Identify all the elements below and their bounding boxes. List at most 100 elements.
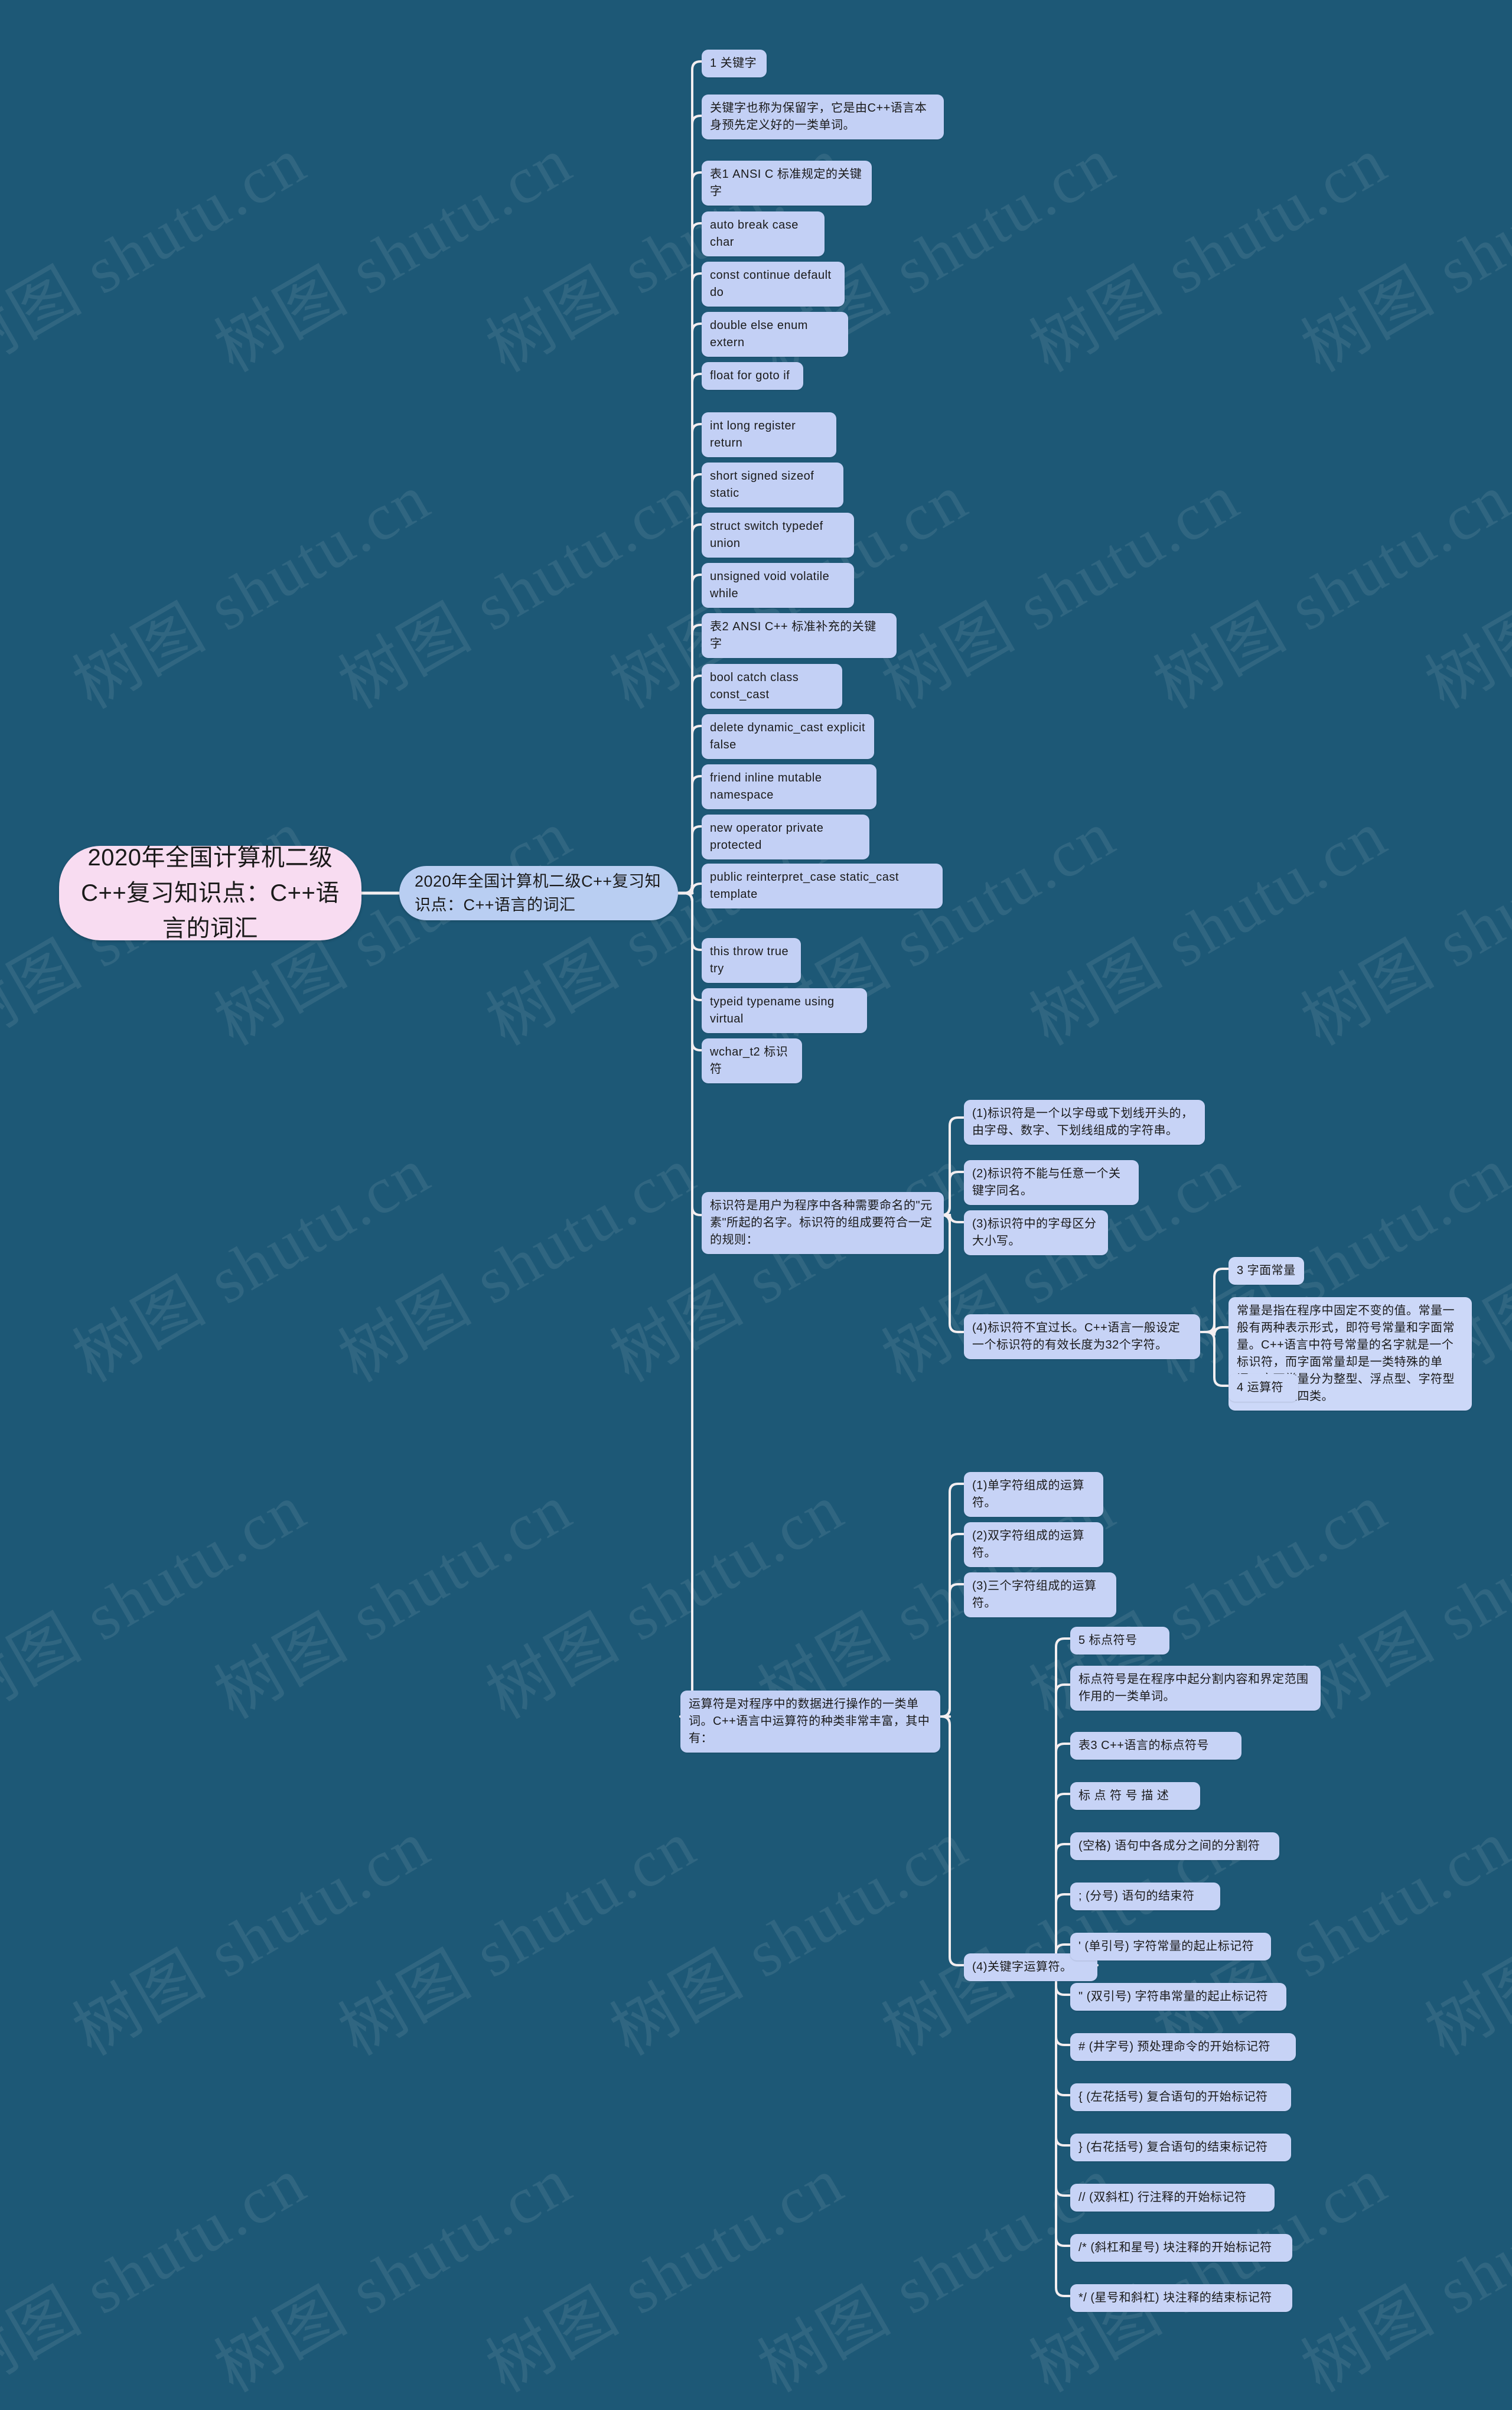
connector-line xyxy=(683,882,703,894)
branch-kw-row16-label: wchar_t2 标识符 xyxy=(710,1046,788,1076)
identifier-rule-id-rule-3-label: (3)标识符中的字母区分大小写。 xyxy=(972,1217,1097,1248)
identifier-rule-id-rule-4[interactable]: (4)标识符不宜过长。C++语言一般设定一个标识符的有效长度为32个字符。 xyxy=(964,1314,1200,1359)
branch-kw-row9[interactable]: bool catch class const_cast xyxy=(702,664,842,709)
connector-line xyxy=(941,1583,965,1718)
punctuation-punc-7[interactable]: } (右花括号) 复合语句的结束标记符 xyxy=(1070,2134,1291,2161)
punctuation-punc-table3[interactable]: 表3 C++语言的标点符号 xyxy=(1070,1732,1241,1760)
punctuation-punc-desc[interactable]: 标点符号是在程序中起分割内容和界定范围作用的一类单词。 xyxy=(1070,1666,1321,1711)
level2-node-label: 2020年全国计算机二级C++复习知识点：C++语言的词汇 xyxy=(415,872,662,914)
connector-line xyxy=(1205,1323,1230,1336)
branch-kw-row8[interactable]: unsigned void volatile while xyxy=(702,563,854,608)
branch-id-desc[interactable]: 标识符是用户为程序中各种需要命名的"元素"所起的名字。标识符的组成要符合一定的规… xyxy=(702,1192,944,1254)
identifier-rule-id-rule-3[interactable]: (3)标识符中的字母区分大小写。 xyxy=(964,1210,1108,1255)
identifier-rule-id-rule-2[interactable]: (2)标识符不能与任意一个关键字同名。 xyxy=(964,1160,1139,1205)
root-node[interactable]: 2020年全国计算机二级C++复习知识点：C++语言的词汇 xyxy=(59,845,361,942)
branch-kw-row6[interactable]: short signed sizeof static xyxy=(702,463,843,507)
punctuation-punc-title[interactable]: 5 标点符号 xyxy=(1070,1627,1169,1655)
branch-kw-row6-label: short signed sizeof static xyxy=(710,470,814,500)
branch-kw-row2-label: const continue default do xyxy=(710,269,832,299)
branch-kw-row10-label: delete dynamic_cast explicit false xyxy=(710,721,866,751)
punctuation-punc-header[interactable]: 标 点 符 号 描 述 xyxy=(1070,1782,1200,1810)
punctuation-punc-9-label: /* (斜杠和星号) 块注释的开始标记符 xyxy=(1078,2241,1272,2254)
mindmap-canvas: 树图 shutu.cn 树图 shutu.cn 树图 shutu.cn 树图 shut… xyxy=(0,0,1512,2406)
punctuation-punc-2-label: ; (分号) 语句的结束符 xyxy=(1078,1890,1195,1903)
branch-kw-title[interactable]: 1 关键字 xyxy=(702,50,767,77)
punctuation-punc-10[interactable]: */ (星号和斜杠) 块注释的结束标记符 xyxy=(1070,2284,1292,2312)
branch-kw-title-label: 1 关键字 xyxy=(710,57,757,70)
operator-rule-op-rule-3-label: (3)三个字符组成的运算符。 xyxy=(972,1579,1097,1610)
identifier-rule-id-rule-1[interactable]: (1)标识符是一个以字母或下划线开头的，由字母、数字、下划线组成的字符串。 xyxy=(964,1100,1205,1145)
punctuation-punc-header-label: 标 点 符 号 描 述 xyxy=(1078,1789,1169,1802)
connector-line xyxy=(1047,1683,1071,1966)
branch-kw-row4-label: float for goto if xyxy=(710,369,790,382)
punctuation-punc-desc-label: 标点符号是在程序中起分割内容和界定范围作用的一类单词。 xyxy=(1078,1673,1309,1703)
punctuation-punc-5[interactable]: # (井字号) 预处理命令的开始标记符 xyxy=(1070,2033,1296,2061)
punctuation-punc-9[interactable]: /* (斜杠和星号) 块注释的开始标记符 xyxy=(1070,2234,1292,2262)
branch-kw-row12[interactable]: new operator private protected xyxy=(702,815,869,859)
punctuation-punc-table3-label: 表3 C++语言的标点符号 xyxy=(1078,1739,1209,1752)
operator-rule-op-rule-1-label: (1)单字符组成的运算符。 xyxy=(972,1479,1084,1509)
branch-kw-row11[interactable]: friend inline mutable namespace xyxy=(702,764,876,809)
punctuation-punc-10-label: */ (星号和斜杠) 块注释的结束标记符 xyxy=(1078,2291,1272,2304)
branch-kw-row9-label: bool catch class const_cast xyxy=(710,671,799,701)
branch-op-desc[interactable]: 运算符是对程序中的数据进行操作的一类单词。C++语言中运算符的种类非常丰富，其中… xyxy=(680,1691,940,1753)
branch-kw-row7-label: struct switch typedef union xyxy=(710,520,823,550)
branch-op-desc-label: 运算符是对程序中的数据进行操作的一类单词。C++语言中运算符的种类非常丰富，其中… xyxy=(689,1698,930,1745)
branch-kw-row13[interactable]: public reinterpret_case static_cast temp… xyxy=(702,864,943,908)
connector-line xyxy=(941,1171,965,1216)
branch-kw-row15[interactable]: typeid typename using virtual xyxy=(702,988,867,1033)
branch-kw-row4[interactable]: float for goto if xyxy=(702,362,803,390)
branch-kw-row15-label: typeid typename using virtual xyxy=(710,995,835,1025)
punctuation-punc-8[interactable]: // (双斜杠) 行注释的开始标记符 xyxy=(1070,2184,1275,2212)
identifier-rule-id-rule-4-label: (4)标识符不宜过长。C++语言一般设定一个标识符的有效长度为32个字符。 xyxy=(972,1321,1181,1351)
connector-line xyxy=(1047,1964,1071,2247)
connector-line xyxy=(941,1214,965,1333)
branch-kw-row5[interactable]: int long register return xyxy=(702,412,836,457)
branch-kw-row14-label: this throw true try xyxy=(710,945,789,975)
constant-const-title-label: 3 字面常量 xyxy=(1237,1264,1296,1277)
branch-kw-row8-label: unsigned void volatile while xyxy=(710,570,830,600)
punctuation-punc-1-label: (空格) 语句中各成分之间的分割符 xyxy=(1078,1839,1260,1852)
punctuation-punc-title-label: 5 标点符号 xyxy=(1078,1634,1138,1647)
branch-kw-row7[interactable]: struct switch typedef union xyxy=(702,513,854,558)
punctuation-punc-8-label: // (双斜杠) 行注释的开始标记符 xyxy=(1078,2191,1247,2204)
branch-id-desc-label: 标识符是用户为程序中各种需要命名的"元素"所起的名字。标识符的组成要符合一定的规… xyxy=(710,1199,933,1246)
punctuation-punc-3-label: ' (单引号) 字符常量的起止标记符 xyxy=(1078,1940,1254,1953)
connector-line xyxy=(679,892,701,1718)
connector-line xyxy=(941,1533,965,1718)
constant-op-title[interactable]: 4 运算符 xyxy=(1228,1374,1298,1402)
branch-kw-row13-label: public reinterpret_case static_cast temp… xyxy=(710,871,899,901)
punctuation-punc-4[interactable]: " (双引号) 字符串常量的起止标记符 xyxy=(1070,1983,1286,2011)
connector-line xyxy=(1047,1964,1071,2197)
branch-kw-row1[interactable]: auto break case char xyxy=(702,211,825,256)
operator-rule-op-rule-3[interactable]: (3)三个字符组成的运算符。 xyxy=(964,1572,1116,1617)
branch-kw-desc-label: 关键字也称为保留字，它是由C++语言本身预先定义好的一类单词。 xyxy=(710,102,927,132)
connector-line xyxy=(1205,1268,1230,1333)
connector-line xyxy=(1047,1964,1071,2096)
branch-kw-desc[interactable]: 关键字也称为保留字，它是由C++语言本身预先定义好的一类单词。 xyxy=(702,95,944,139)
constant-const-title[interactable]: 3 字面常量 xyxy=(1228,1257,1304,1285)
operator-rule-op-rule-4-label: (4)关键字运算符。 xyxy=(972,1960,1073,1973)
branch-kw-row10[interactable]: delete dynamic_cast explicit false xyxy=(702,714,874,759)
punctuation-punc-2[interactable]: ; (分号) 语句的结束符 xyxy=(1070,1883,1220,1910)
punctuation-punc-3[interactable]: ' (单引号) 字符常量的起止标记符 xyxy=(1070,1933,1271,1960)
identifier-rule-id-rule-2-label: (2)标识符不能与任意一个关键字同名。 xyxy=(972,1167,1121,1197)
branch-kw-row3[interactable]: double else enum extern xyxy=(702,312,848,357)
operator-rule-op-rule-2[interactable]: (2)双字符组成的运算符。 xyxy=(964,1522,1103,1567)
punctuation-punc-7-label: } (右花括号) 复合语句的结束标记符 xyxy=(1078,2141,1268,2154)
punctuation-punc-4-label: " (双引号) 字符串常量的起止标记符 xyxy=(1078,1990,1269,2003)
branch-kw-table2[interactable]: 表2 ANSI C++ 标准补充的关键字 xyxy=(702,613,897,658)
connector-line xyxy=(1047,1743,1071,1966)
branch-kw-row14[interactable]: this throw true try xyxy=(702,938,801,983)
operator-rule-op-rule-1[interactable]: (1)单字符组成的运算符。 xyxy=(964,1472,1103,1517)
connector-line xyxy=(1205,1331,1230,1387)
branch-kw-row2[interactable]: const continue default do xyxy=(702,262,845,307)
identifier-rule-id-rule-1-label: (1)标识符是一个以字母或下划线开头的，由字母、数字、下划线组成的字符串。 xyxy=(972,1107,1194,1137)
branch-kw-row1-label: auto break case char xyxy=(710,219,799,249)
level2-node[interactable]: 2020年全国计算机二级C++复习知识点：C++语言的词汇 xyxy=(399,866,678,920)
punctuation-punc-1[interactable]: (空格) 语句中各成分之间的分割符 xyxy=(1070,1832,1279,1860)
branch-kw-table1[interactable]: 表1 ANSI C 标准规定的关键字 xyxy=(702,161,872,206)
punctuation-punc-6[interactable]: { (左花括号) 复合语句的开始标记符 xyxy=(1070,2083,1291,2111)
branch-kw-table2-label: 表2 ANSI C++ 标准补充的关键字 xyxy=(710,620,876,650)
branch-kw-row16[interactable]: wchar_t2 标识符 xyxy=(702,1038,802,1083)
